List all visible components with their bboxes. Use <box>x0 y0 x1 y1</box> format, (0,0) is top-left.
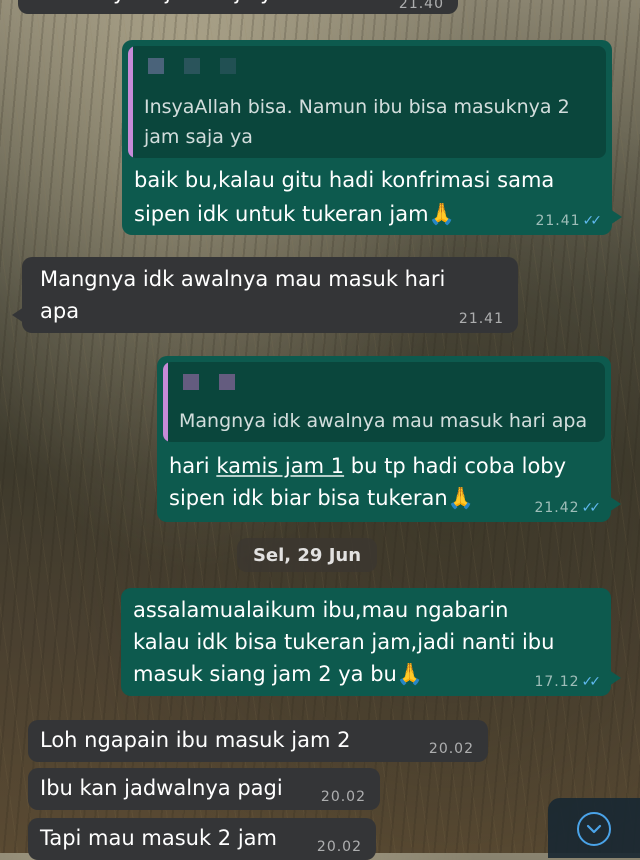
message-text-line: sipen idk untuk tukeran jam🙏 <box>134 202 455 226</box>
quote-text-line: jam saja ya <box>144 126 253 148</box>
chevron-down-icon <box>577 812 611 846</box>
quote-author <box>148 58 236 74</box>
quote-author <box>183 374 235 390</box>
message-text-line: kalau idk bisa tukeran jam,jadi nanti ib… <box>133 630 555 654</box>
message-outgoing[interactable]: assalamualaikum ibu,mau ngabarin kalau i… <box>121 588 621 696</box>
message-incoming[interactable]: Mangnya idk awalnya mau masuk hari apa 2… <box>12 257 518 333</box>
message-time: 21.40 <box>398 0 444 12</box>
message-text-line: masuk siang jam 2 ya bu🙏 <box>133 662 424 686</box>
message-text-line: assalamualaikum ibu,mau ngabarin <box>133 598 509 622</box>
message-time: 20.02 <box>428 741 474 757</box>
message-text-line: Mangnya idk awalnya mau masuk hari <box>40 267 446 291</box>
message-outgoing[interactable]: InsyaAllah bisa. Namun ibu bisa masuknya… <box>122 40 622 235</box>
message-incoming[interactable]: masuknya 2 jam saja ya 21.40 <box>18 0 458 14</box>
message-text-line: apa <box>40 299 80 323</box>
quote-text: Mangnya idk awalnya mau masuk hari apa <box>179 410 588 432</box>
message-time: 20.02 <box>320 789 366 805</box>
message-time: 21.42 ✓✓ <box>534 500 602 516</box>
quote-bar <box>128 46 133 158</box>
message-time: 17.12 ✓✓ <box>534 674 602 690</box>
date-divider: Sel, 29 Jun <box>237 538 377 572</box>
message-time: 21.41 ✓✓ <box>535 213 603 229</box>
message-text: Loh ngapain ibu masuk jam 2 <box>40 728 351 752</box>
date-link[interactable]: kamis jam 1 <box>216 454 344 478</box>
message-text-line: baik bu,kalau gitu hadi konfrimasi sama <box>134 168 555 192</box>
scroll-to-bottom-button[interactable] <box>548 798 640 858</box>
quoted-message[interactable]: Mangnya idk awalnya mau masuk hari apa <box>163 362 605 442</box>
message-text-line: hari kamis jam 1 bu tp hadi coba loby <box>169 454 567 478</box>
quote-bar <box>163 362 168 442</box>
quote-text-line: InsyaAllah bisa. Namun ibu bisa masuknya… <box>144 96 570 118</box>
read-ticks-icon: ✓✓ <box>582 213 603 229</box>
read-ticks-icon: ✓✓ <box>581 674 602 690</box>
message-time: 21.41 <box>458 311 504 327</box>
message-text: masuknya 2 jam saja ya <box>30 0 448 8</box>
quoted-message[interactable]: InsyaAllah bisa. Namun ibu bisa masuknya… <box>128 46 606 158</box>
message-incoming[interactable]: Loh ngapain ibu masuk jam 2 20.02 <box>28 720 488 762</box>
message-incoming[interactable]: Ibu kan jadwalnya pagi 20.02 <box>28 768 380 810</box>
message-incoming[interactable]: Tapi mau masuk 2 jam 20.02 <box>28 818 376 860</box>
read-ticks-icon: ✓✓ <box>581 500 602 516</box>
message-outgoing[interactable]: Mangnya idk awalnya mau masuk hari apa h… <box>157 356 621 522</box>
